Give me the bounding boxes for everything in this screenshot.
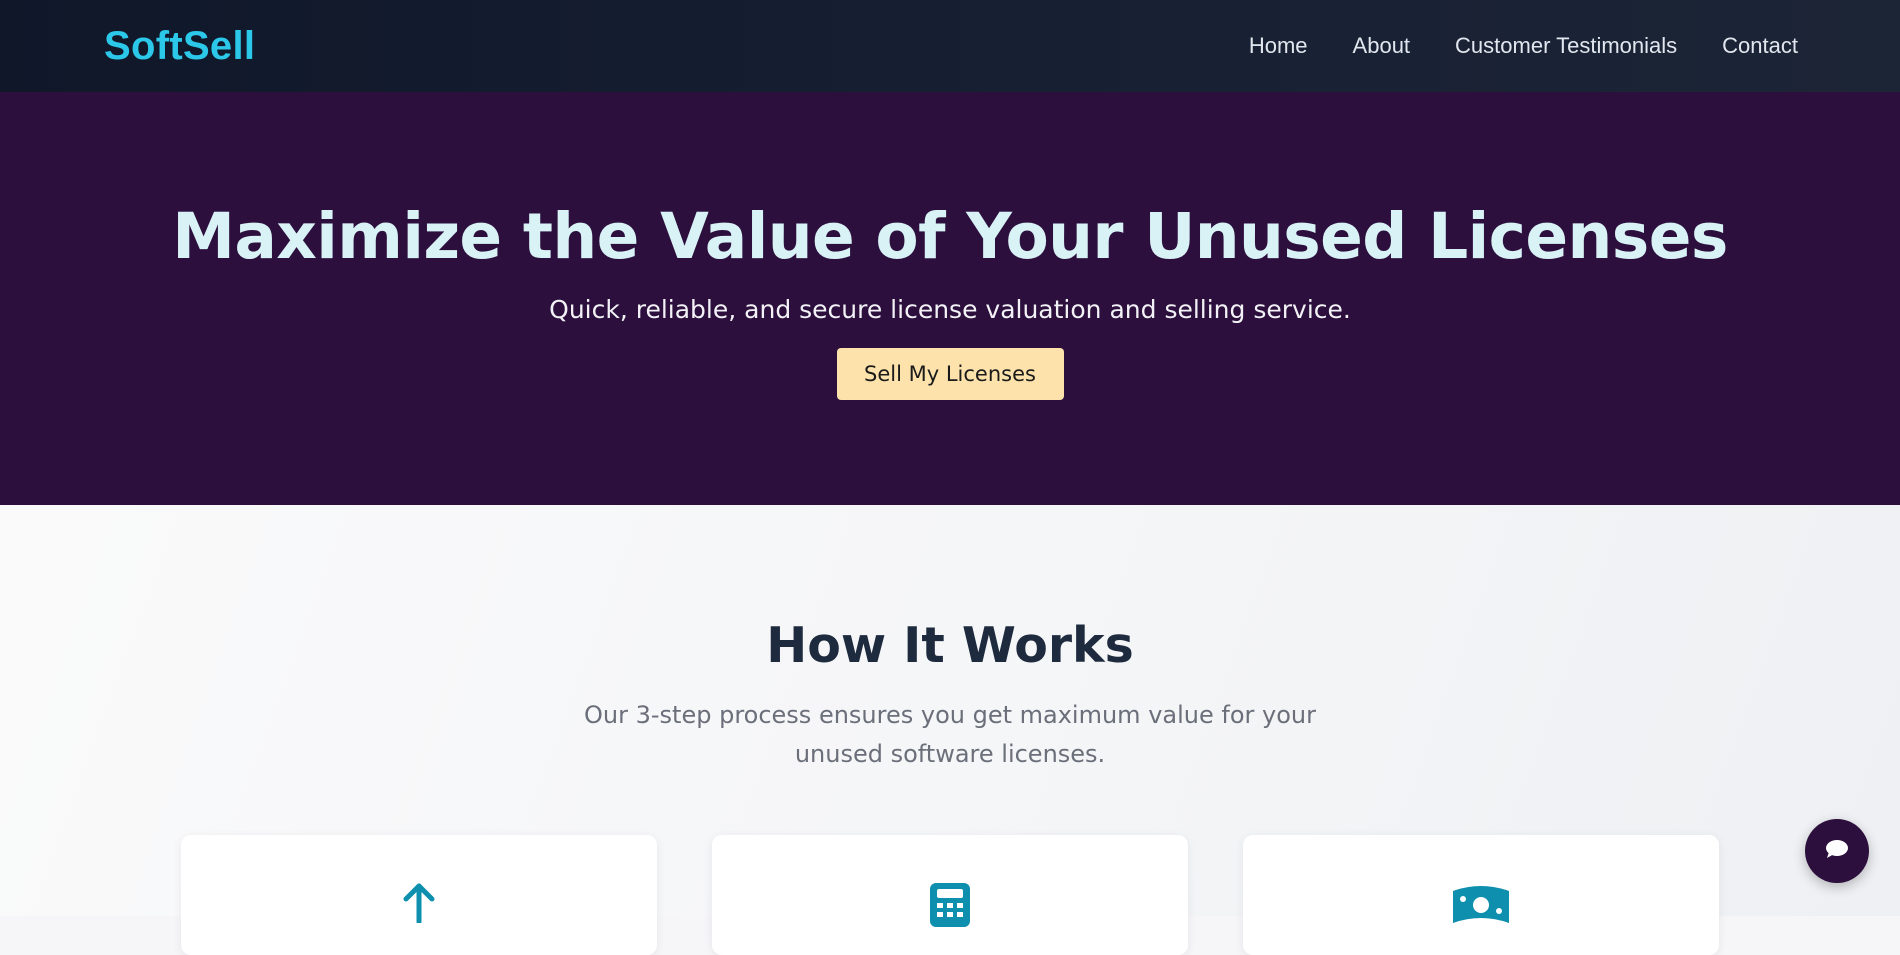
section-subtitle: Our 3-step process ensures you get maxim…	[584, 701, 1316, 768]
chat-button[interactable]	[1805, 819, 1869, 883]
nav-link-about[interactable]: About	[1353, 33, 1411, 59]
nav-link-home[interactable]: Home	[1249, 33, 1308, 59]
hero-title: Maximize the Value of Your Unused Licens…	[172, 200, 1728, 273]
nav-link-customer-testimonials[interactable]: Customer Testimonials	[1455, 33, 1677, 59]
step-card-valuation	[712, 835, 1188, 955]
how-it-works-section: How It Works Our 3-step process ensures …	[0, 505, 1900, 955]
hero-subtitle: Quick, reliable, and secure license valu…	[549, 295, 1351, 324]
step-card-upload	[181, 835, 657, 955]
money-bill-icon	[1451, 883, 1511, 955]
arrow-up-icon	[402, 883, 436, 955]
nav-link-contact[interactable]: Contact	[1722, 33, 1798, 59]
steps-cards	[181, 835, 1719, 955]
step-card-get-paid	[1243, 835, 1719, 955]
chat-bubble-icon	[1825, 839, 1849, 863]
calculator-icon	[930, 883, 970, 955]
hero-section: Maximize the Value of Your Unused Licens…	[0, 92, 1900, 505]
navbar: SoftSell Home About Customer Testimonial…	[0, 0, 1900, 92]
section-title: How It Works	[766, 617, 1134, 674]
nav-links: Home About Customer Testimonials Contact	[1249, 33, 1798, 59]
brand-logo[interactable]: SoftSell	[104, 24, 255, 69]
sell-my-licenses-button[interactable]: Sell My Licenses	[836, 348, 1064, 400]
